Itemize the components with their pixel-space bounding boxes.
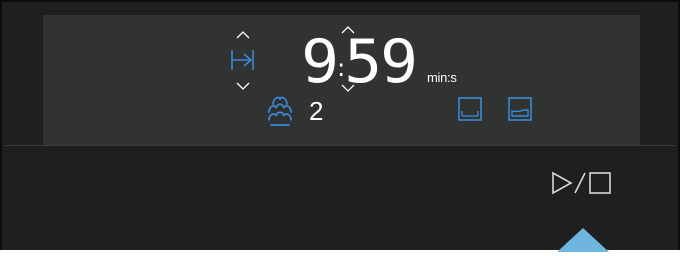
timer-down-chevron-icon[interactable] <box>236 81 250 91</box>
time-readout: 9 : 59 <box>301 27 419 97</box>
start-stop-button[interactable] <box>550 170 614 196</box>
pointer-arrow-icon <box>557 228 609 252</box>
time-seconds: 59 <box>344 27 419 97</box>
steam-level-value: 2 <box>309 96 324 126</box>
timer-end-icon <box>230 49 255 71</box>
panel-divider <box>4 145 676 146</box>
water-tank-right-icon <box>508 97 532 121</box>
water-tank-left-icon <box>458 97 482 121</box>
time-minutes: 9 <box>301 27 339 97</box>
timer-up-chevron-icon[interactable] <box>236 30 250 40</box>
appliance-panel: 9 : 59 min:s 2 <box>0 0 680 252</box>
steam-icon <box>265 94 295 128</box>
time-unit: min:s <box>427 70 457 85</box>
